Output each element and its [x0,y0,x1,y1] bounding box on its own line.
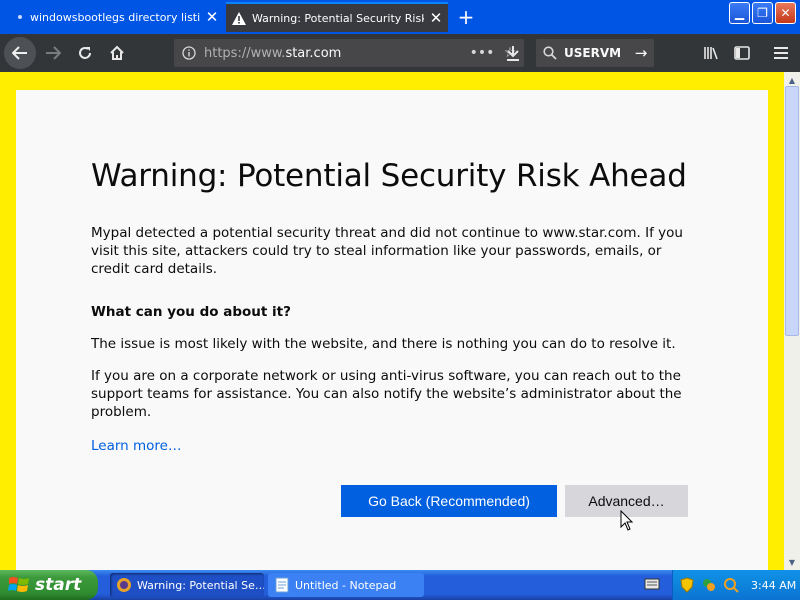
search-input[interactable]: USERVM [564,46,628,60]
close-window-button[interactable]: ✕ [775,2,796,24]
page-actions-icon[interactable]: ••• [468,45,496,61]
sidebar-icon [734,46,750,60]
taskbar-item-label: Warning: Potential Se… [137,578,264,592]
navigation-toolbar: https://www.star.com ••• ☆ USERVM → [0,34,800,72]
url-prefix: https://www. [204,45,286,61]
downloads-button[interactable] [498,38,528,68]
error-content: Warning: Potential Security Risk Ahead M… [91,158,691,454]
notepad-icon [275,577,289,593]
hamburger-menu-icon [774,47,788,59]
mouse-cursor-icon [620,510,634,531]
plus-icon: + [457,5,475,29]
taskbar-item-browser[interactable]: Warning: Potential Se… [110,573,264,597]
tab-windowsbootlegs[interactable]: windowsbootlegs directory listing ✕ [10,2,224,32]
restore-button[interactable]: ❐ [752,2,773,24]
learn-more-link[interactable]: Learn more… [91,438,182,454]
forward-button[interactable] [38,38,68,68]
url-host: star.com [285,45,342,61]
tab-loading-dot-icon [18,15,22,19]
tab-close-icon[interactable]: ✕ [200,2,224,32]
download-icon [507,46,519,61]
network-icon[interactable] [701,577,717,593]
window-controls: ▁ ❐ ✕ [729,2,796,24]
taskbar-item-label: Untitled - Notepad [295,578,397,592]
minimize-button[interactable]: ▁ [729,2,750,24]
url-text[interactable]: https://www.star.com [204,46,468,61]
search-icon [536,46,564,60]
url-bar[interactable]: https://www.star.com ••• ☆ [174,39,524,67]
start-button[interactable]: start [0,570,98,600]
corporate-network-text: If you are on a corporate network or usi… [91,368,682,420]
scroll-thumb[interactable] [785,86,799,336]
tab-security-warning[interactable]: Warning: Potential Security Risk A ✕ [226,2,448,32]
tab-bar: windowsbootlegs directory listing ✕ Warn… [0,0,800,34]
security-shield-icon[interactable] [679,577,695,593]
home-icon [110,45,124,60]
back-button[interactable] [4,37,36,69]
keyboard-layout-icon[interactable] [644,577,660,591]
page-title: Warning: Potential Security Risk Ahead [91,158,687,194]
page-scrollbar[interactable]: ▲ ▼ [784,72,800,570]
tab-title: Warning: Potential Security Risk A [252,11,424,25]
arrow-left-icon [12,46,27,60]
warning-icon [226,4,252,32]
search-tray-icon[interactable] [723,577,739,593]
tab-close-icon[interactable]: ✕ [424,4,448,32]
search-bar[interactable]: USERVM → [536,39,654,67]
go-back-button[interactable]: Go Back (Recommended) [341,485,557,517]
scroll-down-arrow-icon[interactable]: ▼ [784,554,800,570]
system-tray: 3:44 AM [672,570,800,600]
browser-app-icon [117,578,131,592]
library-button[interactable] [696,38,726,68]
reload-icon [79,47,91,59]
section-heading: What can you do about it? [91,304,291,320]
reload-button[interactable] [70,38,100,68]
intro-text: Mypal detected a potential security thre… [91,225,683,277]
sidebar-button[interactable] [727,38,757,68]
menu-button[interactable] [766,38,796,68]
error-page: Warning: Potential Security Risk Ahead M… [16,90,768,570]
taskbar-item-notepad[interactable]: Untitled - Notepad [268,573,424,597]
windows-flag-icon [8,577,29,592]
library-icon [704,47,718,60]
new-tab-button[interactable]: + [452,2,480,32]
home-button[interactable] [102,38,132,68]
explanation-text: The issue is most likely with the websit… [91,336,676,352]
info-icon[interactable] [174,46,204,60]
arrow-right-icon [46,46,61,60]
taskbar-clock: 3:44 AM [751,578,797,592]
windows-taskbar: start Warning: Potential Se… Untitled - … [0,570,800,600]
start-label: start [35,575,82,595]
tab-title: windowsbootlegs directory listing [30,10,200,24]
search-go-icon[interactable]: → [628,44,654,62]
